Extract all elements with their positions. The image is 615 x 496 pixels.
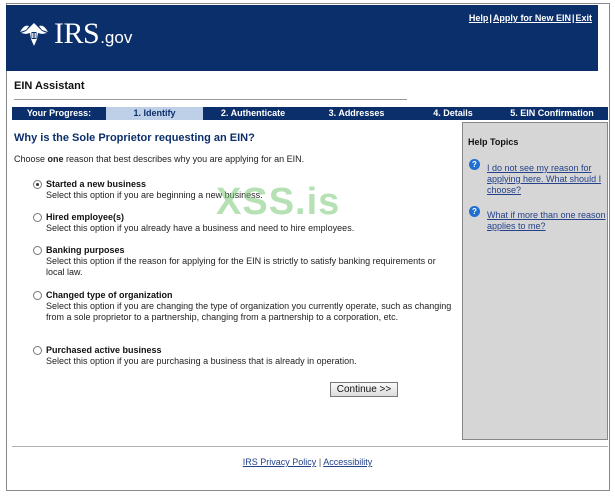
top-nav-links: Help|Apply for New EIN|Exit (469, 13, 592, 23)
irs-logo[interactable]: IRS .gov (17, 19, 132, 49)
question-icon: ? (469, 206, 480, 217)
main-content: Why is the Sole Proprietor requesting an… (14, 124, 462, 440)
progress-step-addresses: 3. Addresses (328, 108, 385, 118)
separator: | (318, 457, 322, 467)
option-title: Hired employee(s) (46, 212, 125, 222)
option-title: Changed type of organization (46, 290, 173, 300)
radio-purchased-active-business[interactable] (33, 346, 42, 355)
logo-suffix: .gov (100, 28, 133, 47)
help-link[interactable]: Help (469, 13, 489, 23)
instruction-emphasis: one (47, 154, 64, 164)
continue-button[interactable]: Continue >> (330, 382, 398, 397)
help-link-multiple-reasons[interactable]: What if more than one reason applies to … (487, 210, 607, 232)
footer: IRS Privacy Policy | Accessibility (0, 457, 615, 467)
progress-step-ein-confirmation: 5. EIN Confirmation (510, 108, 594, 118)
accessibility-link[interactable]: Accessibility (323, 457, 372, 467)
site-header: IRS .gov Help|Apply for New EIN|Exit (6, 5, 598, 71)
separator: | (489, 13, 492, 23)
privacy-policy-link[interactable]: IRS Privacy Policy (243, 457, 317, 467)
apply-new-ein-link[interactable]: Apply for New EIN (493, 13, 571, 23)
help-link-reason-not-listed[interactable]: I do not see my reason for applying here… (487, 163, 607, 196)
title-divider (14, 99, 407, 100)
question-heading: Why is the Sole Proprietor requesting an… (14, 132, 255, 144)
progress-step-identify: 1. Identify (106, 107, 203, 120)
option-description: Select this option if you are beginning … (46, 190, 263, 200)
radio-changed-organization-type[interactable] (33, 291, 42, 300)
option-title: Started a new business (46, 179, 147, 189)
radio-hired-employees[interactable] (33, 213, 42, 222)
option-description: Select this option if you are purchasing… (46, 356, 357, 366)
exit-link[interactable]: Exit (575, 13, 592, 23)
instruction-suffix: reason that best describes why you are a… (63, 154, 305, 164)
irs-eagle-logo-icon (20, 23, 48, 46)
radio-banking-purposes[interactable] (33, 246, 42, 255)
page-title: EIN Assistant (14, 80, 85, 92)
progress-label: Your Progress: (26, 108, 92, 118)
option-description: Select this option if the reason for app… (46, 256, 436, 277)
radio-started-new-business[interactable] (33, 180, 42, 189)
instruction-text: Choose one reason that best describes wh… (14, 154, 304, 164)
option-hired-employees[interactable]: Hired employee(s) Select this option if … (33, 212, 456, 234)
footer-divider (12, 446, 608, 447)
help-topics-panel: Help Topics ? I do not see my reason for… (462, 122, 608, 440)
option-changed-organization-type[interactable]: Changed type of organization Select this… (33, 290, 456, 323)
instruction-prefix: Choose (14, 154, 48, 164)
option-title: Banking purposes (46, 245, 125, 255)
progress-step-authenticate: 2. Authenticate (220, 108, 286, 118)
option-started-new-business[interactable]: Started a new business Select this optio… (33, 179, 456, 201)
progress-bar: Your Progress: 1. Identify 2. Authentica… (12, 107, 608, 120)
question-icon: ? (469, 159, 480, 170)
option-purchased-active-business[interactable]: Purchased active business Select this op… (33, 345, 456, 367)
help-topics-title: Help Topics (468, 137, 519, 147)
option-banking-purposes[interactable]: Banking purposes Select this option if t… (33, 245, 456, 278)
option-description: Select this option if you already have a… (46, 223, 355, 233)
logo-text: IRS (54, 17, 100, 50)
option-description: Select this option if you are changing t… (46, 301, 452, 322)
progress-step-details: 4. Details (433, 108, 473, 118)
option-title: Purchased active business (46, 345, 162, 355)
